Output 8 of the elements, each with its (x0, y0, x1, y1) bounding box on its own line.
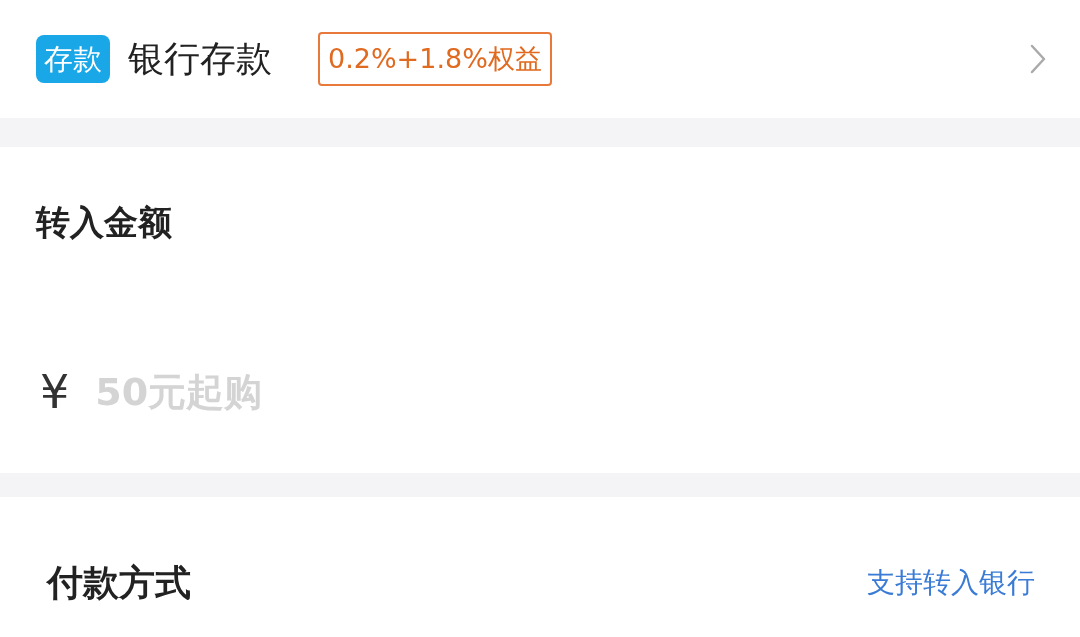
currency-symbol: ¥ (40, 364, 70, 421)
product-title: 银行存款 (128, 37, 272, 81)
amount-label: 转入金额 (36, 201, 173, 244)
product-badge: 存款 (36, 35, 110, 83)
rate-tag: 0.2%+1.8%权益 (318, 32, 552, 86)
payment-method-label: 付款方式 (47, 561, 191, 605)
supported-banks-link[interactable]: 支持转入银行 (867, 562, 1035, 604)
chevron-right-icon[interactable] (1030, 44, 1046, 74)
